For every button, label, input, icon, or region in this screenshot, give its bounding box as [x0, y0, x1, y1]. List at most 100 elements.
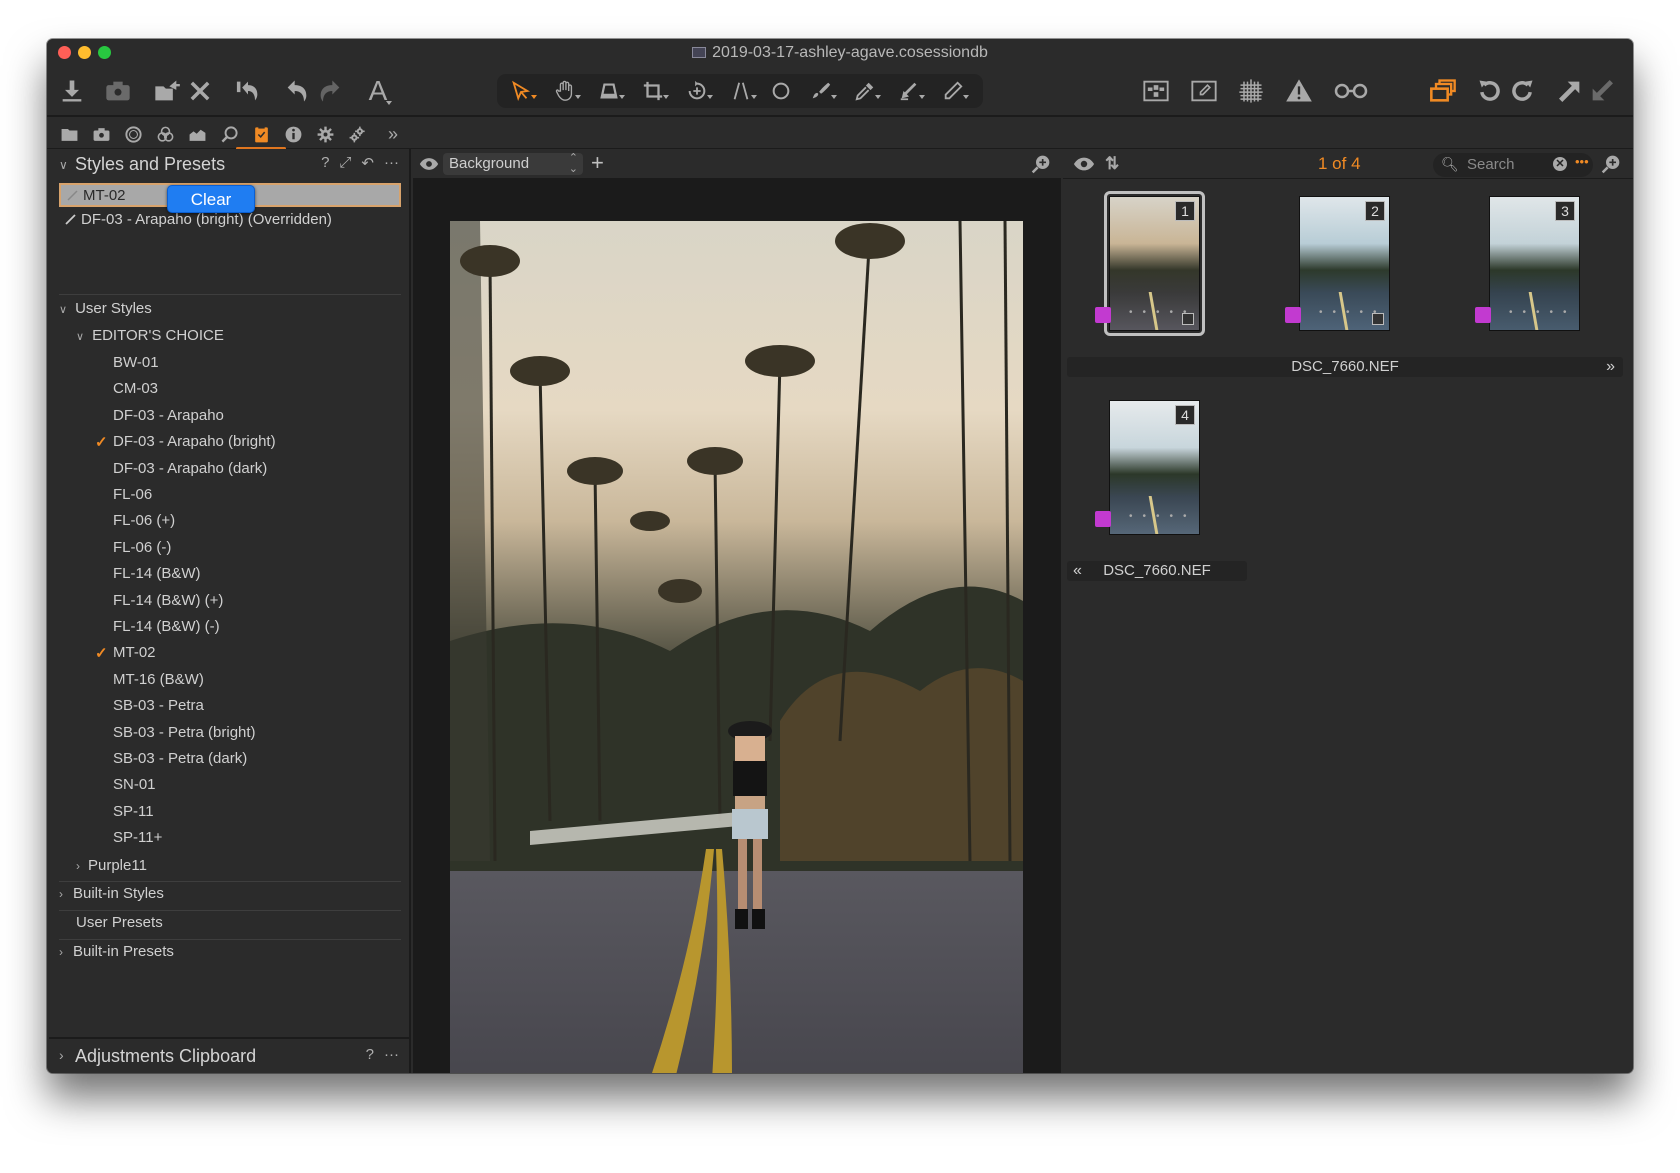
exposure-warning-icon[interactable]	[1283, 75, 1315, 107]
reset-icon[interactable]	[232, 75, 264, 107]
user-styles-group[interactable]: ∨ User Styles	[59, 300, 152, 317]
zoom-in-icon[interactable]	[1031, 154, 1051, 179]
style-item[interactable]: SP-11+	[113, 829, 162, 846]
style-item[interactable]: FL-06 (-)	[113, 539, 171, 556]
style-item[interactable]: DF-03 - Arapaho (bright)	[113, 433, 276, 450]
style-item[interactable]: FL-14 (B&W) (-)	[113, 618, 220, 635]
style-item[interactable]: FL-06	[113, 486, 152, 503]
more-tabs-button[interactable]: »	[381, 123, 405, 145]
star-rating[interactable]: •••••	[1129, 307, 1197, 318]
copy-adjustments-icon[interactable]	[1554, 75, 1586, 107]
rotate-left-icon[interactable]	[1474, 75, 1506, 107]
eye-filter-icon[interactable]	[1073, 156, 1095, 177]
color-picker-tool[interactable]	[845, 77, 885, 105]
tab-exposure-icon[interactable]	[185, 123, 209, 145]
clear-search-icon[interactable]: ✕	[1553, 157, 1567, 171]
help-icon[interactable]: ?	[366, 1046, 374, 1063]
style-item[interactable]: DF-03 - Arapaho	[113, 407, 224, 424]
tab-details-magnifier-icon[interactable]	[217, 123, 241, 145]
style-item[interactable]: FL-06 (+)	[113, 512, 175, 529]
eye-icon[interactable]	[419, 155, 439, 178]
group-label: Built-in Styles	[73, 885, 164, 902]
styles-presets-header[interactable]: ∨ Styles and Presets ? ⤢ ↶ ···	[49, 149, 409, 179]
redo-icon[interactable]	[314, 75, 346, 107]
window-title-text: 2019-03-17-ashley-agave.cosessiondb	[712, 44, 988, 61]
sort-icon[interactable]: ⇅	[1105, 154, 1119, 174]
builtin-styles-group[interactable]: › Built-in Styles	[59, 885, 164, 902]
purple11-group[interactable]: › Purple11	[76, 857, 147, 874]
next-arrow-icon[interactable]: »	[1606, 357, 1615, 377]
help-icon[interactable]: ?	[321, 154, 329, 172]
tab-metadata-info-icon[interactable]	[281, 123, 305, 145]
prev-arrow-icon[interactable]: «	[1073, 561, 1082, 581]
tab-adjustments-clipboard-icon[interactable]	[249, 123, 273, 145]
viewer: Background ⌃ ⌄ +	[413, 149, 1061, 1073]
style-item[interactable]: FL-14 (B&W) (+)	[113, 592, 223, 609]
style-item[interactable]: SB-03 - Petra (bright)	[113, 724, 256, 741]
builtin-presets-group[interactable]: › Built-in Presets	[59, 943, 174, 960]
tab-capture-camera-icon[interactable]	[89, 123, 113, 145]
color-tag[interactable]	[1095, 307, 1111, 323]
style-item[interactable]: SN-01	[113, 776, 156, 793]
more-options-icon[interactable]: ···	[384, 154, 399, 172]
search-field[interactable]: 🔍︎ Search ✕ •••	[1433, 153, 1593, 177]
tab-output-gear-icon[interactable]	[313, 123, 337, 145]
brush-tool[interactable]	[801, 77, 841, 105]
adjustments-clipboard-header[interactable]: › Adjustments Clipboard ? ···	[49, 1037, 409, 1073]
filter-options-icon[interactable]: •••	[1575, 154, 1589, 169]
tab-lens-icon[interactable]	[121, 123, 145, 145]
color-tag[interactable]	[1475, 307, 1491, 323]
proof-glasses-icon[interactable]	[1331, 75, 1371, 107]
main-photo[interactable]	[450, 221, 1023, 1073]
grid-overlay-icon[interactable]	[1235, 75, 1267, 107]
camera-icon[interactable]	[102, 75, 134, 107]
clear-button[interactable]: Clear	[167, 185, 255, 213]
variant-stack-icon[interactable]	[1427, 75, 1459, 107]
more-options-icon[interactable]: ···	[384, 1046, 399, 1063]
style-item[interactable]: SB-03 - Petra (dark)	[113, 750, 247, 767]
crop-tool[interactable]	[633, 77, 673, 105]
text-annotation-icon[interactable]: A	[362, 75, 394, 107]
rotate-tool[interactable]	[677, 77, 717, 105]
circle-mask-tool[interactable]	[761, 77, 801, 105]
chevron-down-icon[interactable]: ∨	[59, 158, 68, 172]
style-item[interactable]: MT-16 (B&W)	[113, 671, 204, 688]
style-item[interactable]: FL-14 (B&W)	[113, 565, 201, 582]
tab-library-folder-icon[interactable]	[57, 123, 81, 145]
style-item[interactable]: SB-03 - Petra	[113, 697, 204, 714]
style-item[interactable]: MT-02	[113, 644, 156, 661]
gradient-mask-tool[interactable]	[889, 77, 929, 105]
zoom-in-icon[interactable]	[1601, 154, 1621, 179]
user-presets-group[interactable]: User Presets	[76, 914, 163, 931]
star-rating[interactable]: •••••	[1509, 307, 1577, 318]
tab-color-icon[interactable]	[153, 123, 177, 145]
straighten-tool[interactable]	[721, 77, 761, 105]
edit-view-icon[interactable]	[1188, 75, 1220, 107]
rotate-right-icon[interactable]	[1506, 75, 1538, 107]
style-item[interactable]: DF-03 - Arapaho (dark)	[113, 460, 267, 477]
layer-select[interactable]: Background ⌃ ⌄	[443, 153, 583, 175]
export-icon[interactable]	[151, 75, 183, 107]
pan-hand-tool[interactable]	[545, 77, 585, 105]
undo-icon[interactable]	[281, 75, 313, 107]
editors-choice-group[interactable]: ∨ EDITOR'S CHOICE	[76, 327, 224, 344]
reset-panel-icon[interactable]: ↶	[361, 154, 374, 172]
import-icon[interactable]	[56, 75, 88, 107]
apply-adjustments-icon[interactable]	[1586, 75, 1618, 107]
keystone-tool[interactable]	[589, 77, 629, 105]
select-cursor-tool[interactable]	[501, 77, 541, 105]
add-layer-button[interactable]: +	[591, 150, 604, 176]
style-item[interactable]: SP-11	[113, 803, 154, 820]
annotation-pencil-tool[interactable]	[933, 77, 973, 105]
tab-batch-gears-icon[interactable]	[345, 123, 369, 145]
delete-icon[interactable]	[184, 75, 216, 107]
search-icon[interactable]: 🔍︎	[1441, 156, 1459, 173]
style-item[interactable]: CM-03	[113, 380, 158, 397]
expand-icon[interactable]: ⤢	[339, 154, 351, 172]
color-tag[interactable]	[1095, 511, 1111, 527]
color-tag[interactable]	[1285, 307, 1301, 323]
star-rating[interactable]: •••••	[1319, 307, 1387, 318]
grid-view-icon[interactable]	[1140, 75, 1172, 107]
style-item[interactable]: BW-01	[113, 354, 159, 371]
star-rating[interactable]: •••••	[1129, 511, 1197, 522]
